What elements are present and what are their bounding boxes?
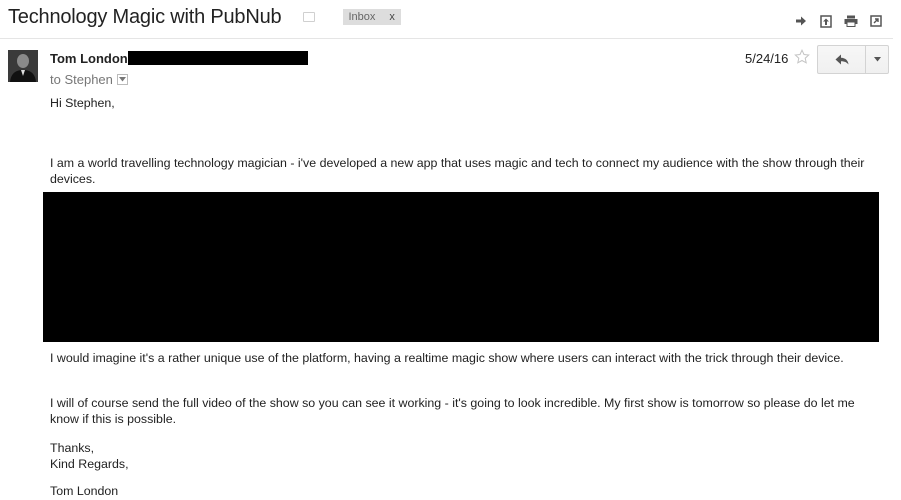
email-paragraph-1: I am a world travelling technology magic… — [50, 156, 865, 186]
inbox-label-chip[interactable]: Inbox x — [343, 9, 401, 25]
inbox-label-text: Inbox — [348, 11, 376, 23]
message-date: 5/24/16 — [745, 51, 789, 66]
forward-icon[interactable] — [794, 14, 808, 28]
redacted-content-block — [43, 192, 879, 342]
email-paragraph-2: I would imagine it's a rather unique use… — [50, 351, 844, 365]
email-paragraph-3: I will of course send the full video of … — [50, 396, 855, 426]
email-closing: Thanks, Kind Regards, — [50, 440, 880, 472]
closing-regards: Kind Regards, — [50, 457, 129, 471]
redacted-sender-email — [128, 51, 308, 65]
email-signature: Tom London — [50, 484, 119, 498]
header-divider — [0, 38, 893, 39]
more-options-button[interactable] — [866, 46, 888, 73]
email-greeting: Hi Stephen, — [50, 96, 115, 110]
new-window-icon[interactable] — [869, 14, 883, 28]
recipient-text: to Stephen — [50, 72, 113, 87]
reply-button-group — [817, 45, 889, 74]
star-icon[interactable] — [794, 49, 810, 65]
email-subject: Technology Magic with PubNub — [8, 5, 282, 28]
chevron-down-icon — [873, 57, 881, 62]
print-icon[interactable] — [844, 14, 858, 28]
recipient-line: to Stephen — [50, 72, 128, 87]
subject-row: Technology Magic with PubNub Inbox x — [8, 3, 401, 31]
sender-name[interactable]: Tom London — [50, 51, 128, 66]
remove-label-button[interactable]: x — [389, 9, 395, 25]
reply-button[interactable] — [818, 46, 866, 73]
message-actions — [794, 14, 883, 28]
closing-thanks: Thanks, — [50, 441, 95, 455]
show-details-dropdown[interactable] — [116, 74, 128, 85]
archive-icon[interactable] — [819, 14, 833, 28]
sender-avatar[interactable] — [8, 50, 38, 82]
important-marker-icon[interactable] — [303, 12, 316, 22]
reply-icon — [835, 54, 848, 65]
